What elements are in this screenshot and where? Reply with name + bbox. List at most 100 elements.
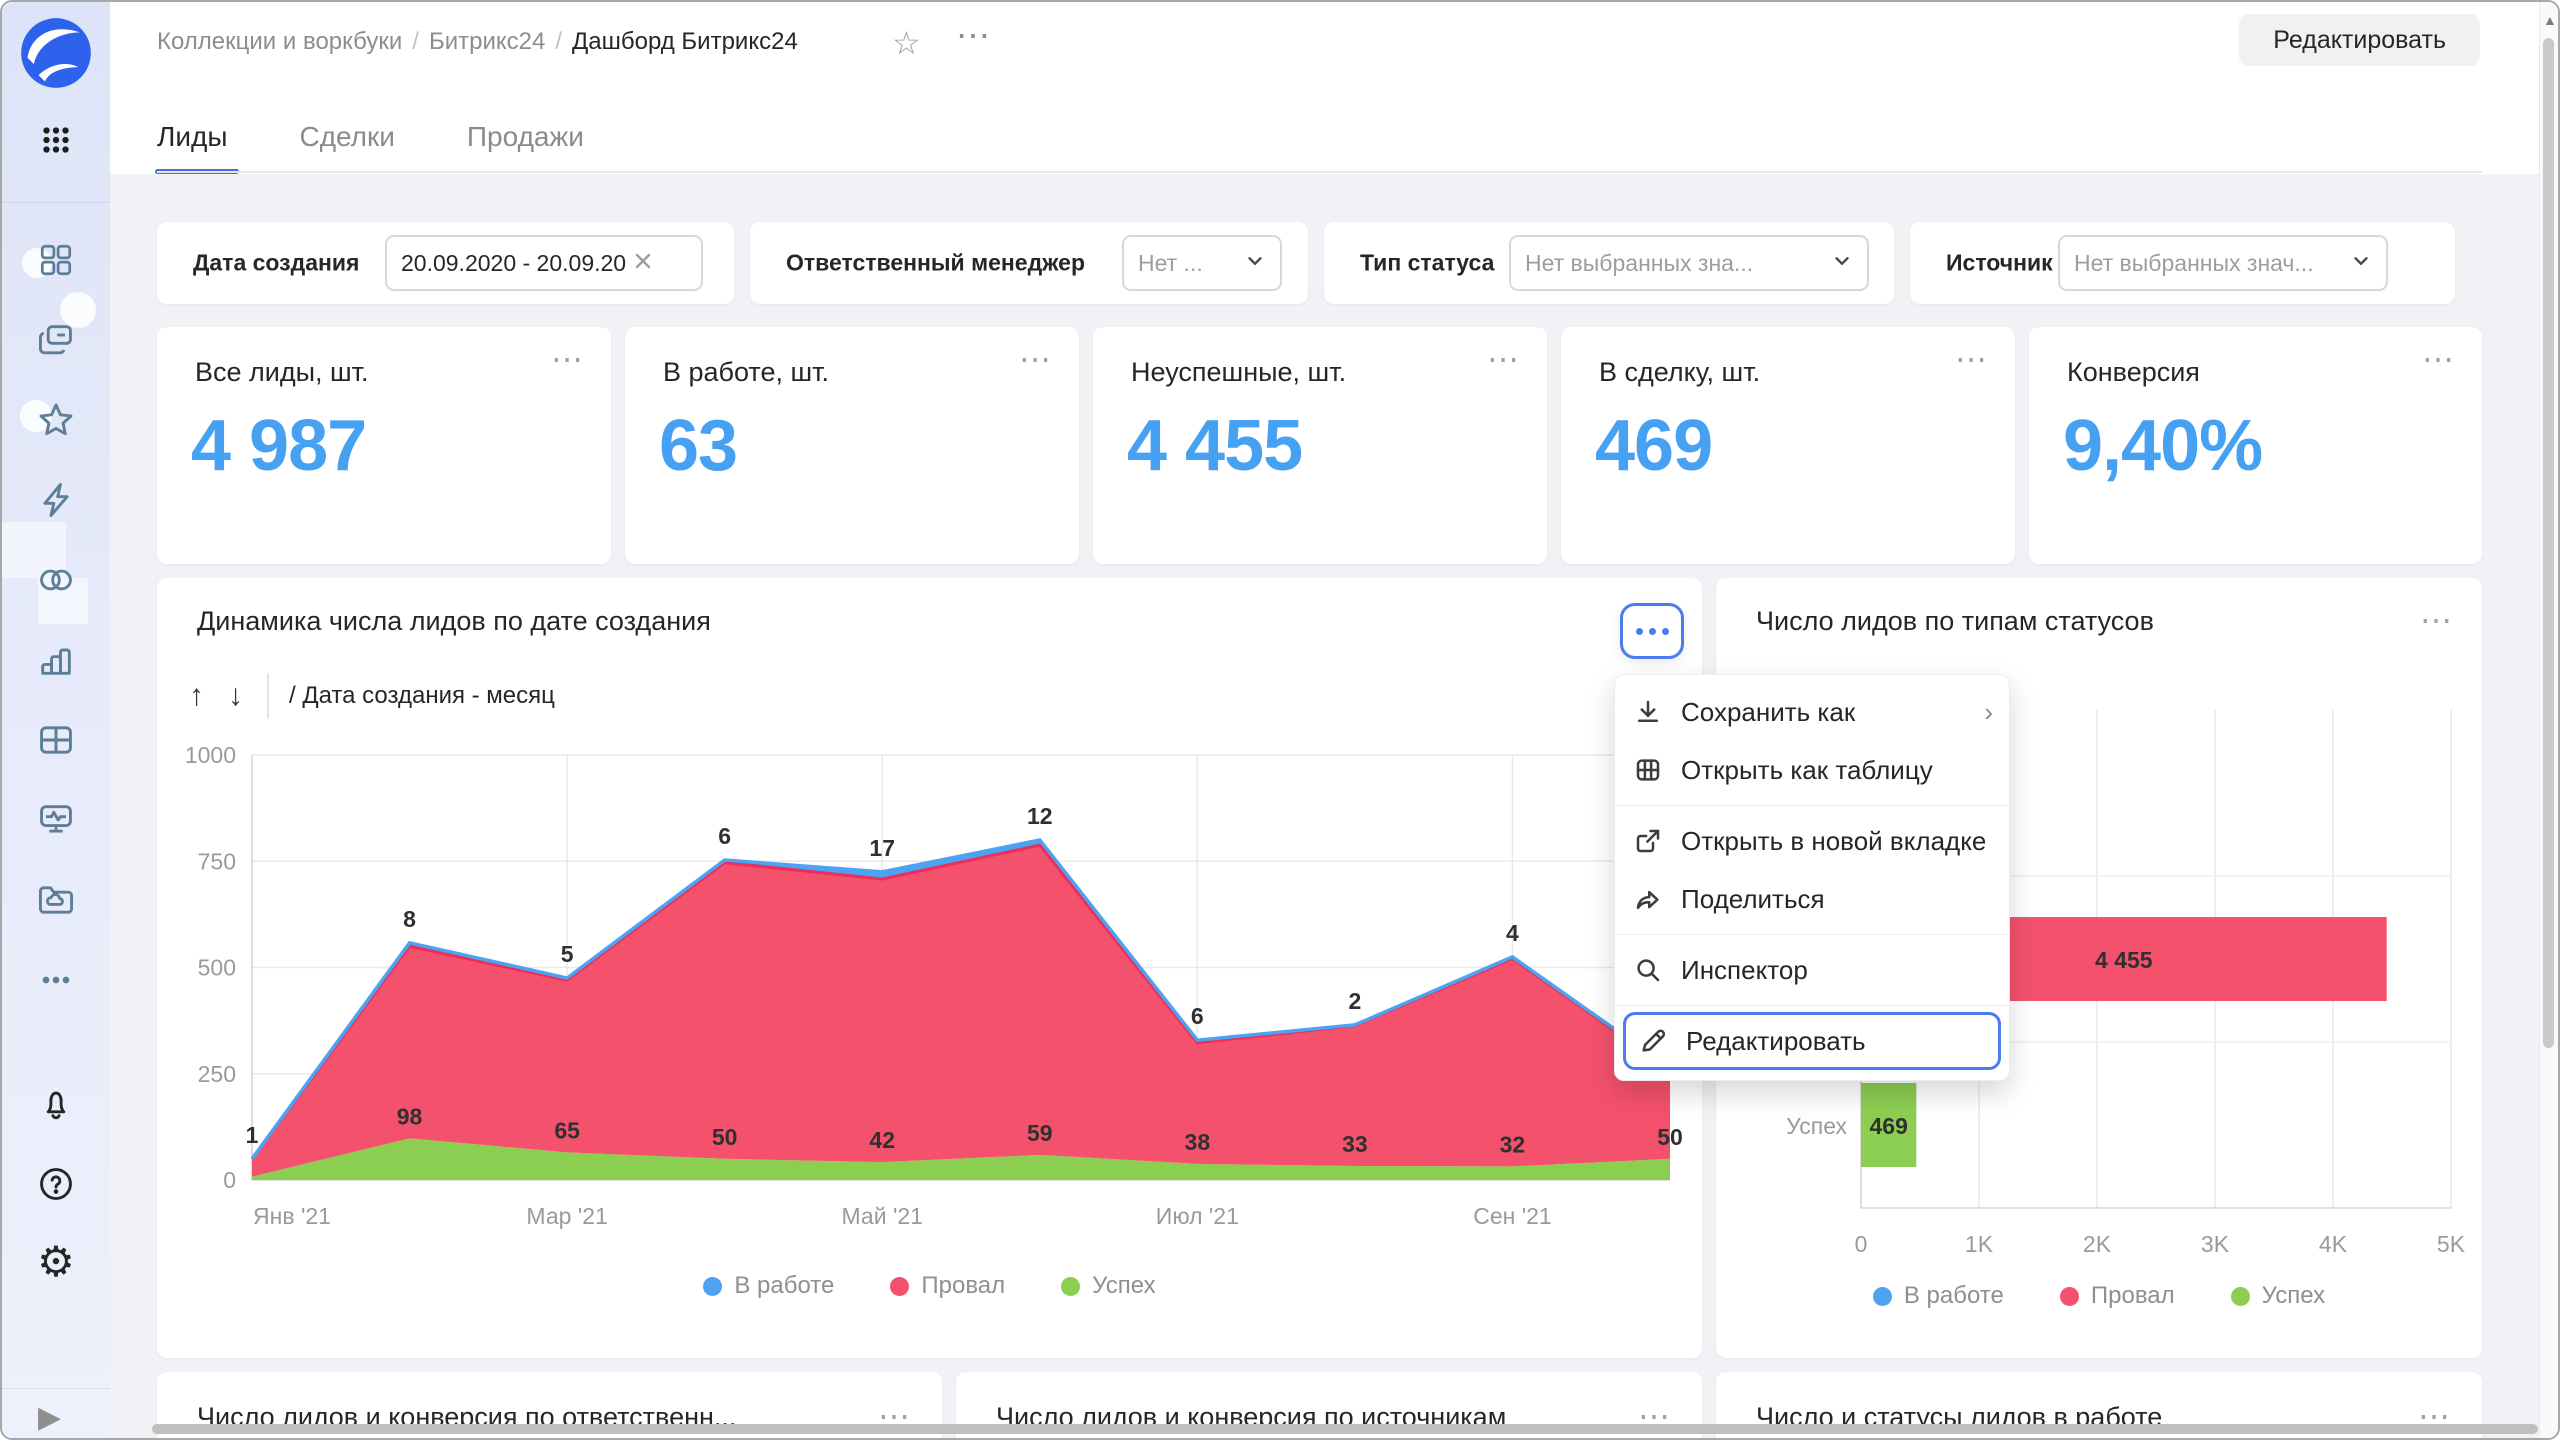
drill-down-icon[interactable]: ↓ [228,679,243,713]
horizontal-scrollbar[interactable] [152,1424,2538,1434]
sidebar: ⚙ ▶ [2,2,110,1438]
tab-deals[interactable]: Сделки [299,100,394,174]
chart-legend: В работе Провал Успех [1716,1282,2482,1310]
svg-text:Июл '21: Июл '21 [1156,1203,1239,1229]
svg-text:6: 6 [718,823,731,849]
widget-menu-trigger-active[interactable] [1620,603,1684,659]
menu-item-save-as[interactable]: Сохранить как › [1615,683,2009,741]
table-icon [1633,755,1663,785]
kpi-value: 469 [1595,405,1712,487]
tab-leads[interactable]: Лиды [157,100,227,174]
sidebar-collapse-icon[interactable]: ▶ [30,1398,70,1438]
kpi-title: В работе, шт. [663,357,829,388]
widget-more-icon[interactable]: ⋯ [1955,343,1989,375]
leads-dynamics-area-chart[interactable]: 02505007501000Янв '21Мар '21Май '21Июл '… [157,730,1702,1250]
legend-item-success[interactable]: Успех [2231,1282,2325,1310]
widget-more-icon[interactable]: ⋯ [2420,604,2454,636]
svg-text:Май '21: Май '21 [842,1203,923,1229]
widget-more-icon[interactable]: ⋯ [1019,343,1053,375]
scrollbar-thumb[interactable] [2543,38,2554,1048]
chart-title: Число лидов по типам статусов [1756,606,2154,637]
dashboard-body: Дата создания 20.09.2020 - 20.09.20 Отве… [110,174,2540,1438]
sidebar-more-icon[interactable] [36,960,76,1000]
legend-item-fail[interactable]: Провал [2060,1282,2175,1310]
sidebar-item-favorites-icon[interactable] [36,400,76,440]
menu-item-share[interactable]: Поделиться [1615,870,2009,928]
status-type-select[interactable]: Нет выбранных зна... [1509,235,1869,291]
edit-dashboard-button[interactable]: Редактировать [2239,14,2480,66]
svg-text:12: 12 [1027,803,1053,829]
scroll-up-icon[interactable]: ▲ [2543,12,2557,28]
svg-text:3K: 3K [2201,1231,2230,1257]
datalens-logo[interactable] [17,14,95,92]
legend-item-in-progress[interactable]: В работе [1873,1282,2004,1310]
submenu-chevron-icon: › [1984,697,1993,728]
svg-text:750: 750 [198,848,236,874]
svg-text:17: 17 [869,835,895,861]
svg-text:8: 8 [403,906,416,932]
sidebar-divider [2,1388,110,1389]
filter-label: Ответственный менеджер [786,250,1085,277]
menu-item-label: Открыть как таблицу [1681,755,1933,786]
breadcrumb-item[interactable]: Коллекции и воркбуки [157,28,402,55]
svg-text:6: 6 [1191,1003,1204,1029]
legend-dot [1061,1277,1080,1296]
svg-text:500: 500 [198,955,236,981]
menu-item-label: Сохранить как [1681,697,1855,728]
chevron-down-icon [1244,250,1266,277]
apps-grid-icon[interactable] [36,120,76,160]
menu-divider [1615,934,2009,935]
widget-more-icon[interactable]: ⋯ [2422,343,2456,375]
widget-more-icon[interactable]: ⋯ [551,343,585,375]
menu-item-open-as-table[interactable]: Открыть как таблицу [1615,741,2009,799]
sidebar-item-monitoring-icon[interactable] [36,800,76,840]
kpi-value: 4 455 [1127,405,1302,487]
svg-text:4 455: 4 455 [2095,947,2153,973]
drill-up-icon[interactable]: ↑ [189,679,204,713]
legend-label: Провал [2091,1282,2175,1310]
svg-text:50: 50 [712,1124,738,1150]
menu-item-inspector[interactable]: Инспектор [1615,941,2009,999]
legend-item-fail[interactable]: Провал [890,1272,1005,1300]
svg-text:33: 33 [1342,1131,1368,1157]
svg-text:50: 50 [1657,1124,1683,1150]
sidebar-item-storage-icon[interactable] [36,880,76,920]
sidebar-item-charts-icon[interactable] [36,640,76,680]
header-more-icon[interactable]: ⋯ [956,16,992,56]
help-icon[interactable] [36,1164,76,1204]
sidebar-item-dashboards[interactable] [36,240,76,280]
responsible-manager-select[interactable]: Нет ... [1122,235,1282,291]
svg-text:2: 2 [1348,988,1361,1014]
sidebar-item-workbooks-icon[interactable] [36,320,76,360]
favorite-star-icon[interactable]: ☆ [892,24,921,62]
kpi-in-progress: В работе, шт. ⋯ 63 [625,327,1079,564]
download-icon [1633,697,1663,727]
legend-item-success[interactable]: Успех [1061,1272,1155,1300]
breadcrumb-current: Дашборд Битрикс24 [572,28,798,55]
sidebar-item-editor-icon[interactable] [36,480,76,520]
legend-item-in-progress[interactable]: В работе [703,1272,834,1300]
select-placeholder: Нет ... [1138,250,1230,277]
widget-context-menu: Сохранить как › Открыть как таблицу Откр… [1614,674,2010,1081]
filter-label: Источник [1946,250,2053,277]
menu-item-open-new-tab[interactable]: Открыть в новой вкладке [1615,812,2009,870]
breadcrumb-item[interactable]: Битрикс24 [429,28,545,55]
notifications-bell-icon[interactable] [36,1084,76,1124]
breadcrumb[interactable]: Коллекции и воркбуки/Битрикс24/Дашборд Б… [157,28,798,56]
date-range-input[interactable]: 20.09.2020 - 20.09.20 [385,235,703,291]
menu-item-edit[interactable]: Редактировать [1626,1015,1998,1067]
filter-status-type: Тип статуса Нет выбранных зна... [1324,222,1894,304]
kpi-value: 4 987 [191,405,366,487]
select-placeholder: Нет выбранных знач... [2074,250,2336,277]
source-select[interactable]: Нет выбранных знач... [2058,235,2388,291]
sidebar-item-datasets-icon[interactable] [36,720,76,760]
drill-toolbar: ↑ ↓ / Дата создания - месяц [189,670,555,722]
settings-gear-icon[interactable]: ⚙ [36,1242,76,1282]
widget-more-icon[interactable]: ⋯ [1487,343,1521,375]
dashboard-tabs: Лиды Сделки Продажи [157,100,2478,174]
vertical-scrollbar[interactable]: ▲ [2539,2,2558,1438]
tab-sales[interactable]: Продажи [467,100,584,174]
sidebar-item-connections-icon[interactable] [36,560,76,600]
clear-filter-icon[interactable] [632,250,654,277]
svg-text:32: 32 [1500,1131,1526,1157]
